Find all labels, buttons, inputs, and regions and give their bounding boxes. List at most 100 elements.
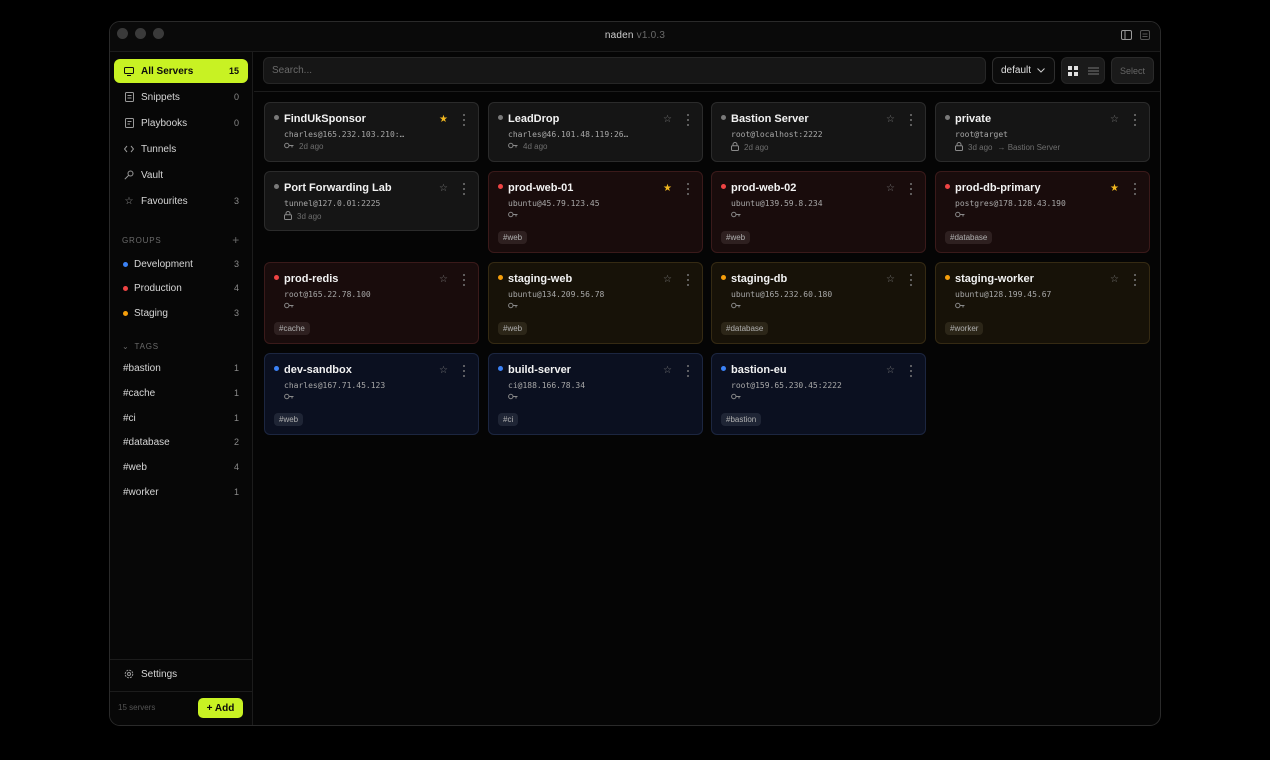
sidebar-item-favourites[interactable]: ☆ Favourites 3 (114, 189, 248, 213)
server-meta (284, 302, 299, 311)
sidebar-tag-bastion[interactable]: #bastion 1 (114, 357, 248, 379)
server-card[interactable]: Bastion Server root@localhost:2222 2d ago ☆ (711, 102, 926, 162)
more-options-icon[interactable] (1132, 274, 1138, 286)
tag-badge[interactable]: #web (498, 231, 528, 244)
sidebar-item-count: 0 (233, 118, 239, 128)
server-card[interactable]: prod-redis root@165.22.78.100 ☆ #cache (264, 262, 479, 344)
tag-badge[interactable]: #ci (498, 413, 519, 426)
more-options-icon[interactable] (908, 114, 914, 126)
more-options-icon[interactable] (908, 183, 914, 195)
sidebar-item-playbooks[interactable]: Playbooks 0 (114, 111, 248, 135)
panel-toggle-icon[interactable] (1140, 30, 1150, 40)
more-options-icon[interactable] (685, 365, 691, 377)
sidebar-group-staging[interactable]: Staging 3 (114, 302, 248, 324)
star-icon[interactable]: ☆ (886, 114, 895, 125)
sidebar-toggle-icon[interactable] (1121, 30, 1132, 40)
server-card[interactable]: staging-worker ubuntu@128.199.45.67 ☆ #work… (935, 262, 1150, 344)
tag-badge[interactable]: #database (945, 231, 993, 244)
server-name: prod-web-01 (508, 182, 574, 194)
more-options-icon[interactable] (1132, 183, 1138, 195)
tag-badge[interactable]: #database (721, 322, 769, 335)
sidebar-item-vault[interactable]: Vault (114, 163, 248, 187)
key-icon (123, 169, 135, 181)
sidebar-tag-cache[interactable]: #cache 1 (114, 382, 248, 404)
sidebar-item-snippets[interactable]: Snippets 0 (114, 85, 248, 109)
tag-label: #database (123, 436, 170, 448)
tag-label: #ci (123, 412, 136, 424)
more-options-icon[interactable] (461, 365, 467, 377)
star-icon[interactable]: ☆ (439, 274, 448, 285)
server-address: ubuntu@139.59.8.234 (731, 199, 823, 208)
sidebar-item-label: Snippets (141, 91, 180, 103)
sort-dropdown[interactable]: default (992, 57, 1055, 84)
star-icon[interactable]: ★ (1110, 183, 1119, 194)
more-options-icon[interactable] (461, 274, 467, 286)
server-card[interactable]: staging-db ubuntu@165.232.60.180 ☆ #databas… (711, 262, 926, 344)
tag-badge[interactable]: #web (721, 231, 751, 244)
list-view-icon[interactable] (1083, 58, 1104, 83)
server-card[interactable]: dev-sandbox charles@167.71.45.123 ☆ #web (264, 353, 479, 435)
sidebar-tag-web[interactable]: #web 4 (114, 456, 248, 478)
sidebar-divider (110, 691, 252, 692)
sidebar-tag-worker[interactable]: #worker 1 (114, 481, 248, 503)
status-dot (721, 366, 726, 371)
sidebar-item-settings[interactable]: Settings (114, 662, 248, 686)
server-card[interactable]: bastion-eu root@159.65.230.45:2222 ☆ #basti… (711, 353, 926, 435)
grid-view-icon[interactable] (1062, 58, 1083, 83)
server-card[interactable]: FindUkSponsor charles@165.232.103.210:… 2d… (264, 102, 479, 162)
tag-badge[interactable]: #worker (945, 322, 984, 335)
more-options-icon[interactable] (461, 183, 467, 195)
more-options-icon[interactable] (685, 183, 691, 195)
server-count: 15 servers (118, 703, 156, 712)
more-options-icon[interactable] (1132, 114, 1138, 126)
star-icon[interactable]: ★ (663, 183, 672, 194)
more-options-icon[interactable] (908, 274, 914, 286)
star-icon[interactable]: ★ (439, 114, 448, 125)
star-icon[interactable]: ☆ (886, 274, 895, 285)
more-options-icon[interactable] (685, 114, 691, 126)
server-card[interactable]: prod-web-02 ubuntu@139.59.8.234 ☆ #web (711, 171, 926, 253)
tag-badge[interactable]: #web (274, 413, 304, 426)
status-dot (498, 184, 503, 189)
sidebar-group-production[interactable]: Production 4 (114, 277, 248, 299)
server-address: root@165.22.78.100 (284, 290, 371, 299)
more-options-icon[interactable] (908, 365, 914, 377)
select-button[interactable]: Select (1111, 57, 1154, 84)
server-name: staging-db (731, 273, 788, 285)
tag-badge[interactable]: #cache (274, 322, 310, 335)
status-dot (721, 275, 726, 280)
server-meta (955, 211, 970, 220)
groups-heading: GROUPS (122, 235, 162, 245)
server-card[interactable]: staging-web ubuntu@134.209.56.78 ☆ #web (488, 262, 703, 344)
tags-section-label[interactable]: ⌄ TAGS (122, 342, 240, 351)
server-card[interactable]: LeadDrop charles@46.101.48.119:26… 4d ago ☆ (488, 102, 703, 162)
server-card[interactable]: build-server ci@188.166.78.34 ☆ #ci (488, 353, 703, 435)
star-icon[interactable]: ☆ (1110, 114, 1119, 125)
more-options-icon[interactable] (685, 274, 691, 286)
star-icon[interactable]: ☆ (886, 183, 895, 194)
server-card[interactable]: prod-web-01 ubuntu@45.79.123.45 ★ #web (488, 171, 703, 253)
star-icon[interactable]: ☆ (663, 274, 672, 285)
star-icon[interactable]: ☆ (1110, 274, 1119, 285)
server-card[interactable]: private root@target 3d ago → Bastion Server… (935, 102, 1150, 162)
sidebar-item-all-servers[interactable]: All Servers 15 (114, 59, 248, 83)
server-card[interactable]: prod-db-primary postgres@178.128.43.190 ★ #… (935, 171, 1150, 253)
star-icon[interactable]: ☆ (663, 365, 672, 376)
add-server-button[interactable]: + Add (198, 698, 243, 718)
star-icon[interactable]: ☆ (439, 183, 448, 194)
sidebar-item-tunnels[interactable]: Tunnels (114, 137, 248, 161)
app-version: v1.0.3 (636, 30, 666, 41)
search-input[interactable] (263, 57, 986, 84)
tag-badge[interactable]: #bastion (721, 413, 762, 426)
sidebar-tag-database[interactable]: #database 2 (114, 431, 248, 453)
tag-badge[interactable]: #web (498, 322, 528, 335)
star-icon[interactable]: ☆ (886, 365, 895, 376)
server-card[interactable]: Port Forwarding Lab tunnel@127.0.01:2225 3… (264, 171, 479, 231)
sidebar-group-development[interactable]: Development 3 (114, 253, 248, 275)
star-icon[interactable]: ☆ (439, 365, 448, 376)
more-options-icon[interactable] (461, 114, 467, 126)
star-icon[interactable]: ☆ (663, 114, 672, 125)
server-address: postgres@178.128.43.190 (955, 199, 1066, 208)
add-group-icon[interactable]: + (232, 233, 240, 247)
sidebar-tag-ci[interactable]: #ci 1 (114, 407, 248, 429)
